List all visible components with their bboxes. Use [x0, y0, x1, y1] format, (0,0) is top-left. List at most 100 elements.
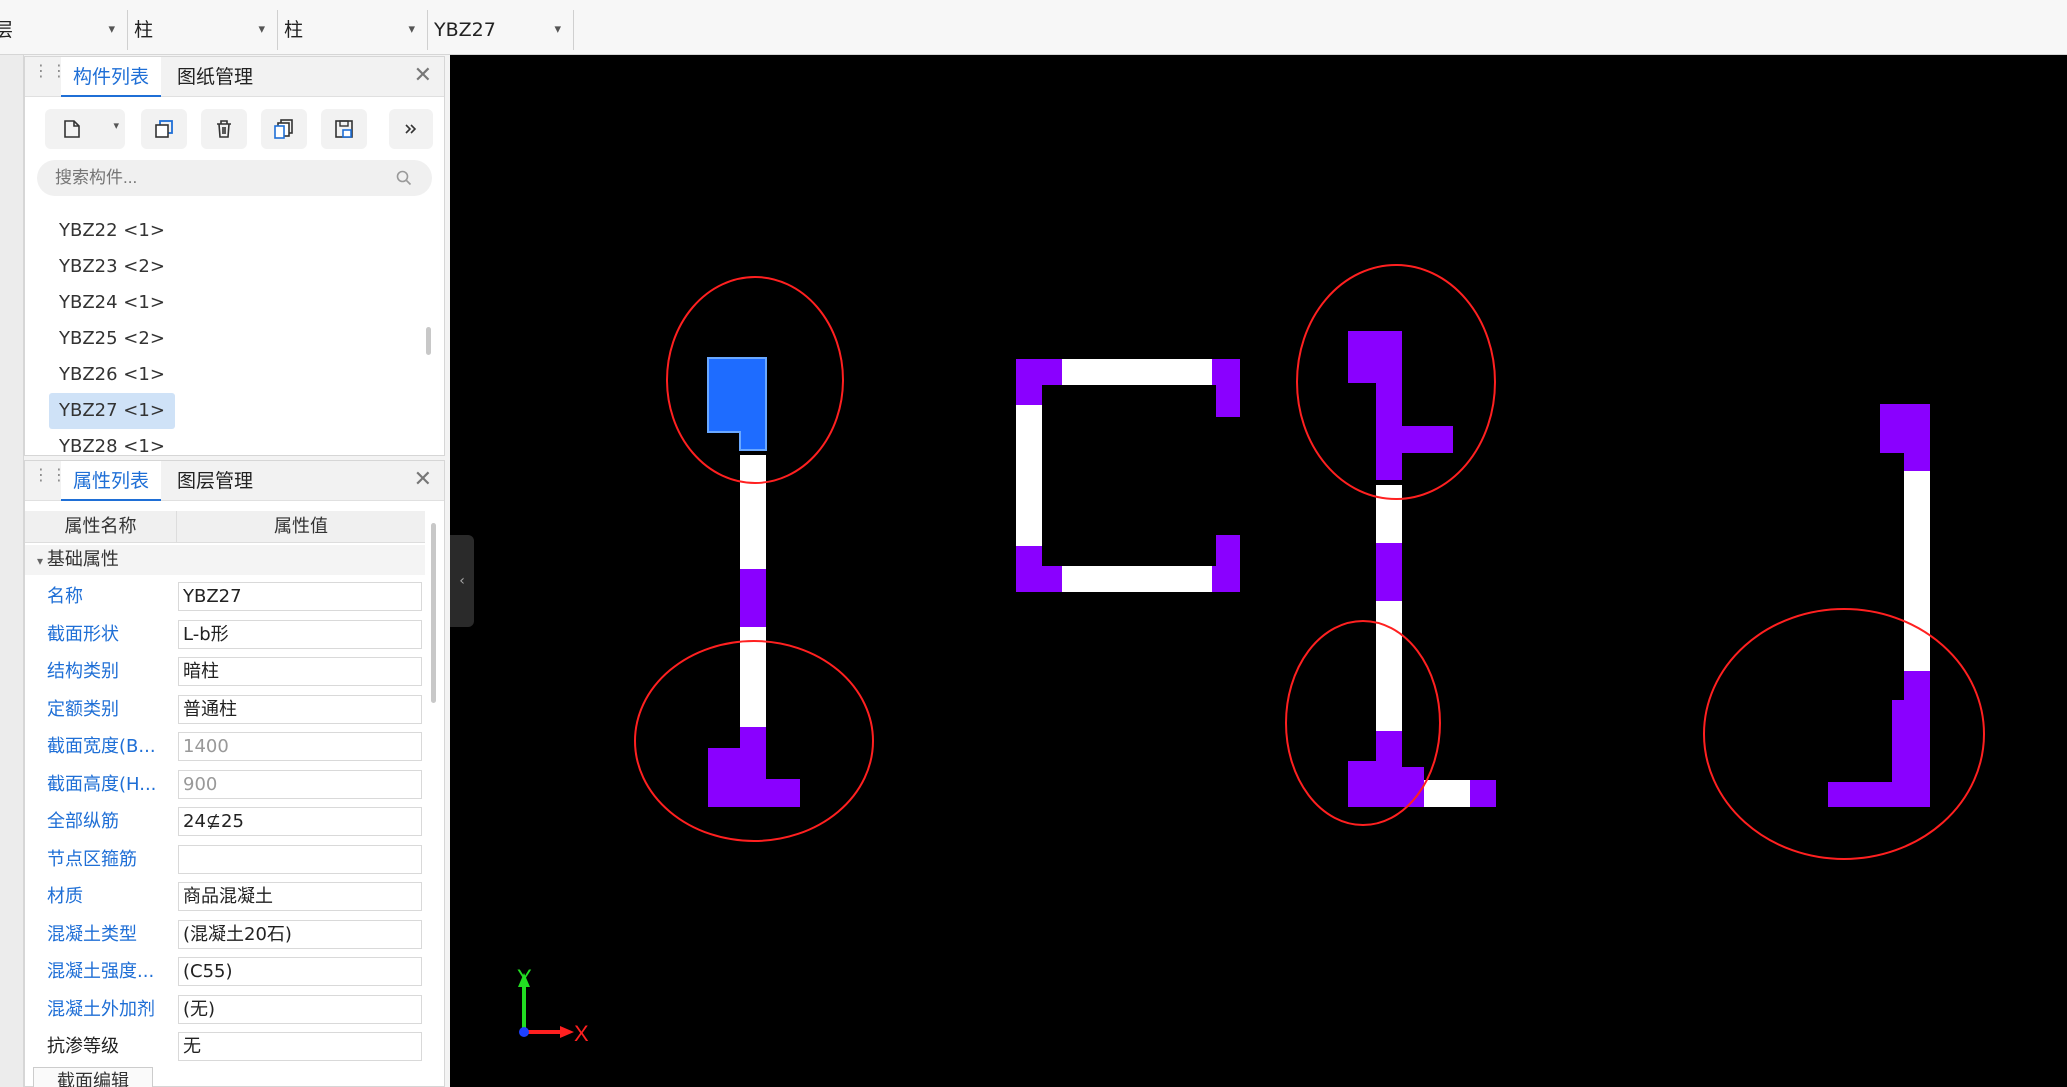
y-axis-label: Y — [517, 965, 532, 990]
floor-dropdown[interactable]: 层 ▾ — [0, 10, 128, 50]
property-value[interactable]: L-b形 — [178, 619, 422, 649]
tab-property-list[interactable]: 属性列表 — [61, 461, 162, 501]
property-name: 节点区箍筋 — [47, 848, 137, 870]
property-row: 截面形状 L-b形 — [25, 616, 425, 654]
list-item[interactable]: YBZ24 <1> — [49, 285, 175, 321]
chevron-down-icon: ▾ — [258, 22, 265, 37]
property-value[interactable] — [178, 844, 422, 874]
column-segment[interactable] — [1376, 543, 1402, 601]
drawing-canvas[interactable]: Y X — [450, 55, 2067, 1087]
list-item[interactable]: YBZ25 <2> — [49, 321, 175, 357]
collapse-panel-button[interactable]: ‹ — [450, 535, 474, 627]
section-edit-button[interactable]: 截面编辑 — [33, 1067, 153, 1087]
property-name: 截面宽度(B... — [47, 736, 156, 757]
origin-dot — [519, 1027, 529, 1037]
wall-segment[interactable] — [1376, 601, 1402, 731]
property-name: 混凝土外加剂 — [47, 998, 155, 1020]
layers-copy-icon — [274, 119, 293, 139]
wall-segment[interactable] — [1042, 566, 1240, 592]
tab-component-list[interactable]: 构件列表 — [61, 57, 162, 97]
column-l-shape[interactable] — [708, 727, 800, 807]
j-wall-group[interactable] — [1828, 404, 1930, 807]
drag-handle-icon[interactable]: ⋮⋮ — [33, 467, 67, 493]
component-search-input[interactable] — [37, 160, 432, 196]
property-name: 截面高度(H... — [47, 773, 157, 795]
property-row: 抗渗等级 无 — [25, 1028, 425, 1066]
property-value[interactable]: 商品混凝土 — [178, 882, 422, 911]
property-name: 名称 — [47, 586, 83, 607]
property-name: 全部纵筋 — [47, 811, 119, 832]
save-template-button[interactable] — [321, 109, 367, 149]
list-item[interactable]: YBZ22 <1> — [49, 213, 175, 249]
property-value-header: 属性值 — [274, 516, 328, 537]
property-name: 混凝土类型 — [47, 923, 137, 945]
column-segment[interactable] — [1880, 404, 1930, 471]
wall-segment[interactable] — [1376, 485, 1402, 543]
scrollbar[interactable] — [426, 327, 431, 355]
component-name-dropdown[interactable]: YBZ27 ▾ — [428, 10, 574, 50]
x-axis-arrowhead — [560, 1026, 574, 1038]
property-row: 定额类别 普通柱 — [25, 691, 425, 729]
delete-button[interactable] — [201, 109, 247, 149]
column-corner[interactable] — [1016, 359, 1062, 405]
property-value[interactable]: 暗柱 — [178, 657, 422, 686]
scrollbar[interactable] — [431, 523, 436, 703]
property-group-basic[interactable]: ▾ 基础属性 — [25, 545, 425, 575]
list-item[interactable]: YBZ26 <1> — [49, 357, 175, 393]
tab-layer-management[interactable]: 图层管理 — [165, 461, 265, 501]
property-value[interactable]: (无) — [178, 994, 422, 1024]
close-icon[interactable]: ✕ — [414, 467, 432, 492]
new-file-icon — [64, 120, 80, 138]
column-segment[interactable] — [740, 569, 766, 627]
more-tools-button[interactable] — [389, 109, 433, 149]
list-item[interactable]: YBZ23 <2> — [49, 249, 175, 285]
property-value[interactable]: (混凝土20石) — [178, 919, 422, 949]
property-value[interactable]: 无 — [178, 1032, 422, 1061]
c-frame-group[interactable] — [1016, 359, 1240, 592]
column-corner[interactable] — [1016, 546, 1062, 592]
selected-column-group[interactable] — [707, 357, 800, 807]
property-row: 混凝土类型 (混凝土20石) — [25, 916, 425, 954]
list-item-selected[interactable]: YBZ27 <1> — [49, 393, 175, 429]
property-value[interactable]: YBZ27 — [178, 582, 422, 611]
property-table-header: 属性名称 属性值 — [25, 511, 425, 543]
copy-icon — [155, 120, 173, 138]
floor-component-toolbar: 层 ▾ 柱 ▾ 柱 ▾ YBZ27 ▾ — [0, 0, 2067, 55]
new-component-button[interactable]: ▾ — [45, 109, 125, 149]
wall-segment[interactable] — [740, 455, 766, 569]
plan-view[interactable]: Y X — [450, 55, 2067, 1087]
copy-button[interactable] — [141, 109, 187, 149]
component-subtype-dropdown[interactable]: 柱 ▾ — [278, 10, 428, 50]
left-dock-strip — [0, 55, 24, 1087]
copy-to-floor-button[interactable] — [261, 109, 307, 149]
property-value[interactable]: 24⊈25 — [178, 807, 422, 836]
close-icon[interactable]: ✕ — [414, 63, 432, 88]
t-wall-group[interactable] — [1348, 331, 1496, 807]
component-type-value: 柱 — [134, 19, 154, 41]
save-icon — [335, 120, 353, 138]
search-icon[interactable] — [395, 169, 413, 187]
column-segment[interactable] — [1470, 780, 1496, 807]
property-value[interactable]: (C55) — [178, 957, 422, 986]
drag-handle-icon[interactable]: ⋮⋮ — [33, 63, 67, 89]
wall-segment[interactable] — [1042, 359, 1240, 385]
chevron-down-icon: ▾ — [554, 22, 561, 37]
column-t-shape[interactable] — [1348, 331, 1453, 480]
property-value[interactable]: 普通柱 — [178, 694, 422, 724]
wall-segment[interactable] — [1904, 471, 1930, 671]
column-l-shape[interactable] — [1348, 731, 1424, 807]
property-value[interactable]: 1400 — [178, 732, 422, 761]
property-name: 抗渗等级 — [47, 1036, 119, 1057]
wall-segment[interactable] — [1424, 780, 1470, 807]
selected-column-ybz27[interactable] — [707, 357, 767, 451]
trash-icon — [217, 120, 231, 138]
tab-drawing-management[interactable]: 图纸管理 — [165, 57, 265, 97]
component-type-dropdown[interactable]: 柱 ▾ — [128, 10, 278, 50]
property-panel-tabs: ⋮⋮ 属性列表 图层管理 ✕ — [25, 461, 444, 501]
property-value[interactable]: 900 — [178, 769, 422, 799]
property-row: 全部纵筋 24⊈25 — [25, 803, 425, 841]
column-corner[interactable] — [1212, 535, 1240, 592]
property-row: 材质 商品混凝土 — [25, 878, 425, 916]
column-corner[interactable] — [1212, 359, 1240, 417]
column-l-shape[interactable] — [1828, 671, 1930, 807]
